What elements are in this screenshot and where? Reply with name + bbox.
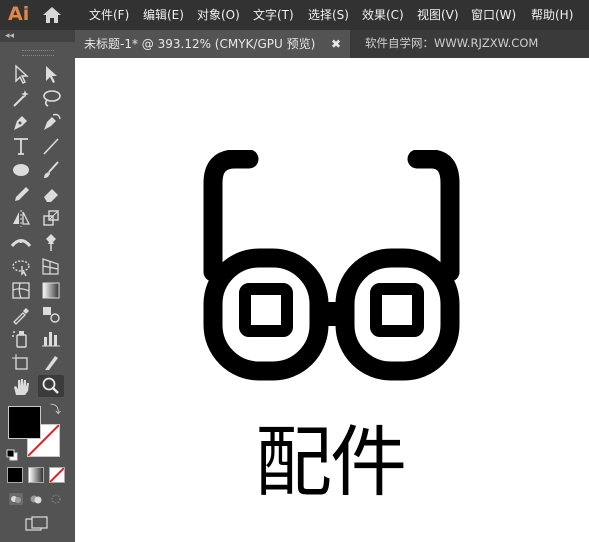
width-tool-icon[interactable] [8,231,34,253]
selection-tool-icon[interactable] [8,63,34,85]
gradient-mode-button[interactable] [28,467,44,483]
fill-swatch-overlay [8,406,41,439]
watermark-text: 软件自学网：WWW.RJZXW.COM [365,36,539,50]
pencil-tool-icon[interactable] [8,183,34,205]
ellipse-tool-icon[interactable] [8,159,34,181]
perspective-grid-tool-icon[interactable] [38,255,64,277]
mesh-tool-icon[interactable] [8,279,34,301]
document-tab-title[interactable]: 未标题-1* @ 393.12% (CMYK/GPU 预览) [84,37,315,52]
none-mode-button[interactable] [49,467,65,483]
curvature-tool-icon[interactable] [38,111,64,133]
free-transform-tool-icon[interactable] [8,255,34,277]
menu-object[interactable]: 对象(O) [197,7,240,23]
scale-tool-icon[interactable] [38,207,64,229]
swap-colors-icon[interactable]: ⤵ [50,404,61,416]
menu-effect[interactable]: 效果(C) [362,7,404,23]
line-segment-tool-icon[interactable] [38,135,64,157]
paintbrush-tool-icon[interactable] [38,159,64,181]
artboard-tool-icon[interactable] [8,351,34,373]
puppet-warp-tool-icon[interactable] [38,231,64,253]
symbol-sprayer-tool-icon[interactable] [8,327,34,349]
panel-grip[interactable] [22,50,54,56]
eyedropper-tool-icon[interactable] [8,303,34,325]
menu-edit[interactable]: 编辑(E) [143,7,184,23]
color-mode-button[interactable] [7,467,23,483]
direct-selection-tool-icon[interactable] [38,63,64,85]
menu-type[interactable]: 文字(T) [253,7,294,23]
home-icon[interactable] [43,7,61,23]
blend-tool-icon[interactable] [38,303,64,325]
menu-file[interactable]: 文件(F) [89,7,129,23]
pen-tool-icon[interactable] [8,111,34,133]
zoom-tool-icon[interactable] [38,375,64,397]
draw-inside-icon[interactable] [48,491,64,505]
app-logo[interactable]: Ai [8,4,29,24]
collapse-panel-icon[interactable]: ◂◂ [5,30,14,42]
gradient-tool-icon[interactable] [38,279,64,301]
menu-view[interactable]: 视图(V) [417,7,459,23]
draw-normal-icon[interactable] [8,491,24,505]
default-colors-icon[interactable] [6,446,18,461]
screen-mode-icon[interactable] [25,516,49,532]
slice-tool-icon[interactable] [38,351,64,373]
type-tool-icon[interactable] [8,135,34,157]
menu-help[interactable]: 帮助(H) [531,7,573,23]
draw-behind-icon[interactable] [28,491,44,505]
eraser-tool-icon[interactable] [38,183,64,205]
hand-tool-icon[interactable] [8,375,34,397]
reflect-tool-icon[interactable] [8,207,34,229]
menu-window[interactable]: 窗口(W) [471,7,516,23]
artwork-label: 配件 [255,419,407,508]
glasses-icon [203,150,461,382]
lasso-tool-icon[interactable] [38,87,64,109]
menu-select[interactable]: 选择(S) [308,7,349,23]
tab-close-icon[interactable]: ✖ [331,37,341,52]
column-graph-tool-icon[interactable] [38,327,64,349]
magic-wand-tool-icon[interactable] [8,87,34,109]
